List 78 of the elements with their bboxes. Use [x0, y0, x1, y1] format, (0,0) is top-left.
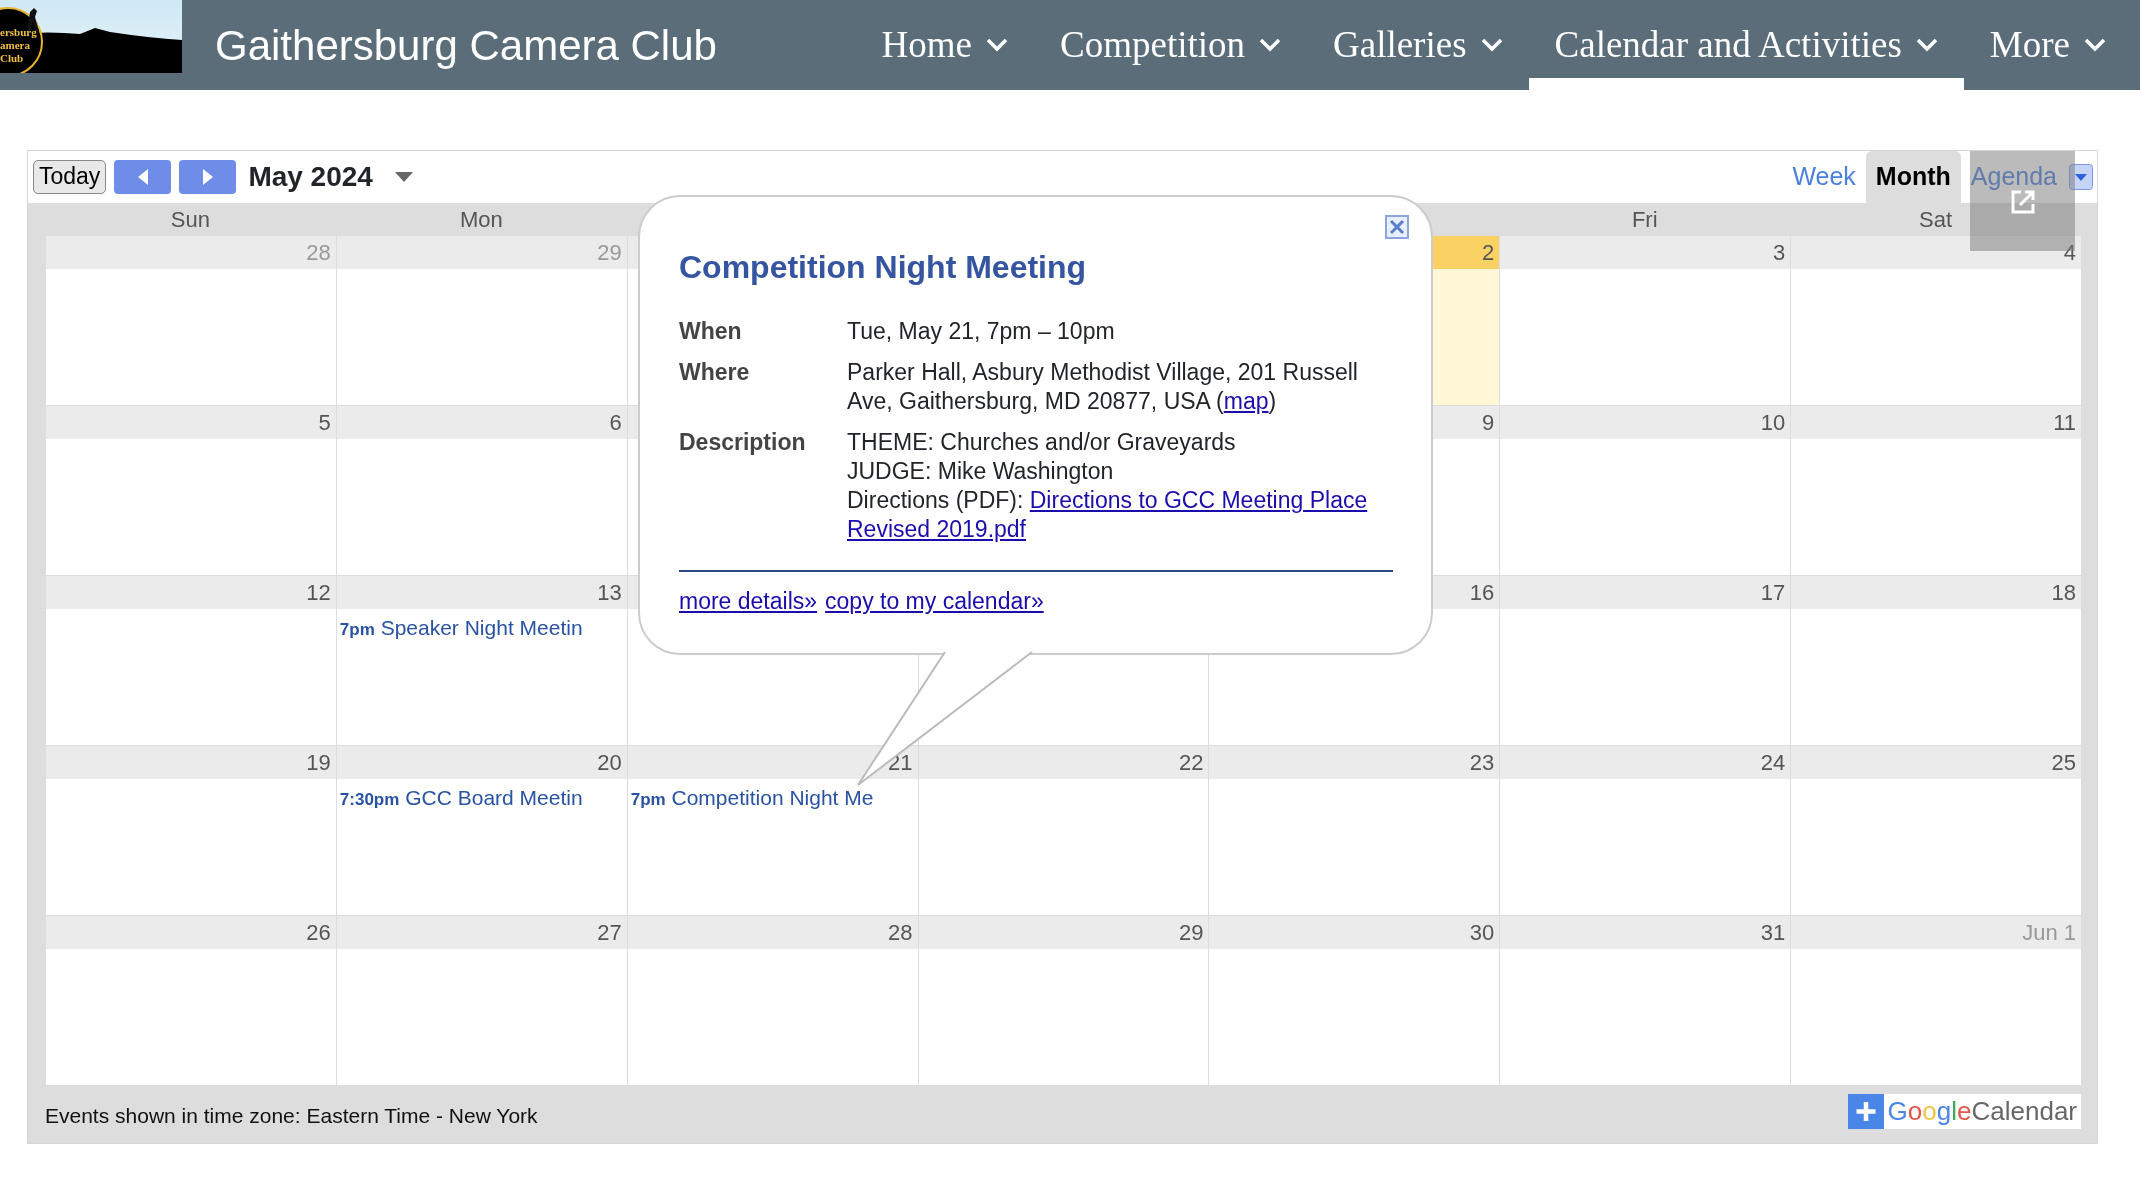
product-name: Calendar	[1971, 1094, 2077, 1128]
today-button[interactable]: Today	[33, 160, 107, 194]
field-label: When	[679, 317, 743, 346]
day-number: 20	[597, 749, 622, 777]
day-number: 22	[1178, 749, 1204, 777]
field-label: Description	[679, 428, 807, 457]
site-title: Gaithersburg Camera Club	[215, 20, 717, 71]
day-number: 11	[2053, 409, 2076, 437]
chevron-down-icon	[1915, 38, 1938, 52]
right-triangle-icon	[202, 169, 213, 185]
day-number: 4	[2063, 239, 2076, 267]
description-line: Directions (PDF):	[847, 487, 1024, 513]
day-number: 16	[1469, 579, 1495, 607]
event-entry[interactable]: 7pm Competition Night Me	[627, 779, 918, 817]
close-icon[interactable]	[1385, 215, 1409, 239]
day-number: 24	[1760, 749, 1786, 777]
day-number: 6	[609, 409, 622, 437]
left-triangle-icon	[137, 169, 148, 185]
day-number: 31	[1760, 919, 1786, 947]
view-tab[interactable]: Week	[1782, 151, 1866, 203]
day-number: 29	[597, 239, 622, 267]
weekday-label: Fri	[1630, 206, 1659, 234]
month-title: May 2024	[248, 160, 373, 194]
day-number: 30	[1469, 919, 1495, 947]
description-line: THEME: Churches and/or Graveyards	[847, 429, 1236, 455]
day-number: 13	[597, 579, 622, 607]
next-button[interactable]	[179, 160, 237, 194]
day-number: 28	[306, 239, 331, 267]
day-number: 17	[1760, 579, 1786, 607]
event-entry[interactable]: 7:30pm GCC Board Meetin	[336, 779, 627, 817]
chevron-down-icon	[986, 38, 1008, 52]
day-number: 3	[1772, 239, 1786, 267]
day-number: 9	[1482, 409, 1495, 437]
nav-link[interactable]: Calendar and Activities	[1528, 0, 1964, 90]
camera-club-logo[interactable]: ersburg amera Club	[0, 0, 182, 73]
day-number: 10	[1760, 409, 1786, 437]
plus-icon	[1847, 1093, 1884, 1129]
external-link-icon	[2009, 189, 2036, 215]
weekday-label: Mon	[458, 206, 504, 234]
day-number: 5	[318, 409, 331, 437]
chevron-down-icon	[1480, 38, 1503, 52]
brand-wordmark: Google	[1887, 1094, 1972, 1128]
field-label: Where	[679, 358, 751, 387]
attachment-link[interactable]: Directions to GCC Meeting Place	[1029, 487, 1368, 513]
day-number: 28	[888, 919, 913, 947]
popup-link[interactable]: copy to my calendar»	[825, 584, 1044, 619]
day-number: 23	[1469, 749, 1495, 777]
dropdown-triangle-icon[interactable]	[394, 172, 413, 182]
day-number: 2	[1482, 239, 1495, 267]
timezone-note: Events shown in time zone: Eastern Time - New York	[45, 1103, 538, 1130]
add-to-calendar-badge[interactable]: GoogleCalendar	[1847, 1093, 2081, 1129]
previous-button[interactable]	[114, 160, 172, 194]
event-title: Competition Night Meeting	[679, 248, 1088, 287]
chevron-down-icon	[1259, 38, 1281, 52]
day-number: Jun 1	[2022, 919, 2076, 947]
nav-link[interactable]: Competition	[1034, 0, 1307, 90]
day-number: 19	[306, 749, 331, 777]
day-number: 27	[597, 919, 622, 947]
weekday-label: Sat	[1918, 206, 1954, 234]
where-value: Parker Hall, Asbury Methodist Village, 201 Russell Ave, Gaithersburg, MD 20877, USA (map)	[847, 358, 1359, 416]
nav-link[interactable]: Galleries	[1307, 0, 1529, 90]
day-number: 29	[1178, 919, 1204, 947]
event-entry[interactable]: 7pm Speaker Night Meetin	[336, 609, 627, 647]
day-number: 26	[306, 919, 331, 947]
map-link[interactable]: map	[1223, 388, 1269, 414]
nav-link[interactable]: Home	[855, 0, 1034, 90]
weekday-label: Sun	[169, 206, 211, 234]
day-number: 12	[306, 579, 331, 607]
dropdown-button[interactable]	[2069, 164, 2093, 190]
when-value: Tue, May 21, 7pm – 10pm	[847, 317, 1115, 346]
chevron-down-icon	[2084, 38, 2106, 52]
view-tab[interactable]: Month	[1865, 151, 1961, 203]
description-line: JUDGE: Mike Washington	[847, 458, 1114, 484]
popup-link[interactable]: more details»	[679, 584, 818, 619]
attachment-link[interactable]: Revised 2019.pdf	[847, 516, 1026, 542]
day-number: 18	[2051, 579, 2076, 607]
day-number: 25	[2051, 749, 2076, 777]
nav-link[interactable]: More	[1963, 0, 2132, 90]
